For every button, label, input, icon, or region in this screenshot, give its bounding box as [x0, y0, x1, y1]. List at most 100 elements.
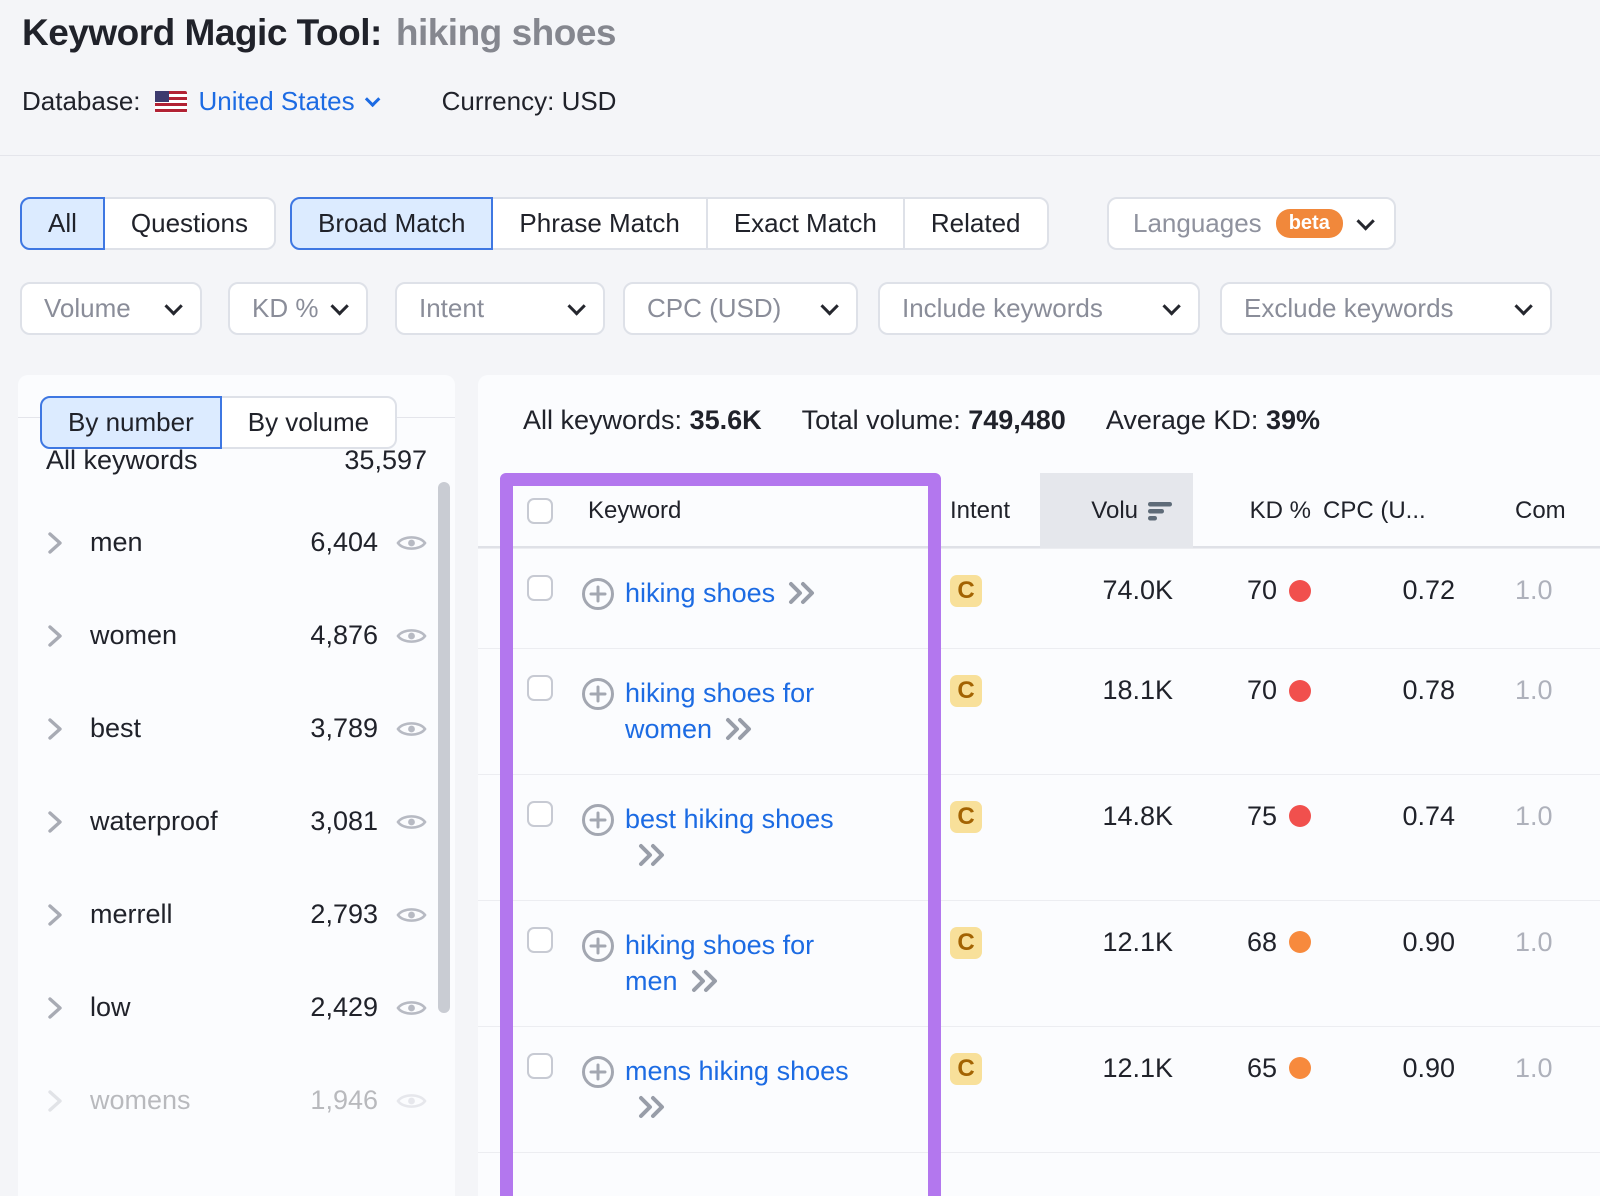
add-keyword-icon[interactable]: [581, 929, 615, 963]
open-keyword-icon[interactable]: [637, 843, 667, 867]
filter-exclude-keywords[interactable]: Exclude keywords: [1220, 282, 1552, 335]
toggle-by-number[interactable]: By number: [40, 396, 222, 449]
kd-cell: 70: [1193, 575, 1323, 606]
row-checkbox[interactable]: [527, 1053, 553, 1079]
keyword-link[interactable]: hiking shoes for women: [625, 675, 869, 748]
column-header-cpc[interactable]: CPC (U...: [1323, 473, 1463, 548]
column-header-kd[interactable]: KD %: [1193, 473, 1323, 548]
keyword-link[interactable]: hiking shoes for men: [625, 927, 869, 1000]
com-value: 1.0: [1463, 1053, 1600, 1084]
group-count: 6,404: [310, 527, 378, 558]
keyword-link[interactable]: best hiking shoes: [625, 801, 869, 874]
filter-cpc-label: CPC (USD): [647, 293, 781, 324]
chevron-right-icon: [46, 530, 64, 556]
keywords-table: Keyword Intent Volu KD % CPC (U... Com h…: [478, 473, 1600, 1172]
eye-icon[interactable]: [396, 625, 427, 647]
chevron-down-icon: [567, 297, 585, 315]
eye-icon[interactable]: [396, 718, 427, 740]
sidebar-scrollbar[interactable]: [438, 482, 450, 1013]
column-header-volume[interactable]: Volu: [1040, 473, 1193, 548]
chevron-right-icon: [46, 716, 64, 742]
sidebar-item-merrell[interactable]: merrell 2,793: [18, 868, 455, 961]
intent-cell: C: [940, 575, 1040, 607]
eye-icon[interactable]: [396, 997, 427, 1019]
tab-phrase-match[interactable]: Phrase Match: [491, 197, 707, 250]
column-header-intent[interactable]: Intent: [940, 473, 1040, 548]
column-header-com[interactable]: Com: [1463, 473, 1600, 548]
open-keyword-icon[interactable]: [724, 717, 754, 741]
kd-cell: 68: [1193, 927, 1323, 958]
group-count: 4,876: [310, 620, 378, 651]
header-meta-row: Database: United States Currency: USD: [22, 86, 616, 117]
sidebar-item-best[interactable]: best 3,789: [18, 682, 455, 775]
table-row: best hiking shoes C 14.8K 75 0.74 1.0: [478, 774, 1600, 900]
open-keyword-icon[interactable]: [637, 1095, 667, 1119]
add-keyword-icon[interactable]: [581, 1055, 615, 1089]
eye-icon[interactable]: [396, 1090, 427, 1112]
filter-intent-label: Intent: [419, 293, 484, 324]
keyword-link[interactable]: hiking shoes: [625, 575, 869, 611]
sidebar-item-women[interactable]: women 4,876: [18, 589, 455, 682]
table-row: hiking shoes for women C 18.1K 70 0.78 1…: [478, 648, 1600, 774]
table-row: hiking shoes for men C 12.1K 68 0.90 1.0: [478, 900, 1600, 1026]
table-header-row: Keyword Intent Volu KD % CPC (U... Com: [478, 473, 1600, 548]
filter-include-label: Include keywords: [902, 293, 1103, 324]
group-count: 1,946: [310, 1085, 378, 1116]
chevron-down-icon: [330, 297, 348, 315]
com-value: 1.0: [1463, 575, 1600, 606]
add-keyword-icon[interactable]: [581, 577, 615, 611]
row-checkbox[interactable]: [527, 575, 553, 601]
summary-average-kd-label: Average KD:: [1106, 405, 1259, 435]
keyword-groups-sidebar: By number By volume All keywords 35,597 …: [18, 375, 455, 1196]
filter-kd[interactable]: KD %: [228, 282, 368, 335]
open-keyword-icon[interactable]: [690, 969, 720, 993]
intent-badge-commercial: C: [950, 575, 982, 607]
row-checkbox[interactable]: [527, 801, 553, 827]
summary-all-keywords-value: 35.6K: [690, 405, 762, 435]
match-type-tabs: All Questions Broad Match Phrase Match E…: [0, 197, 1600, 250]
tab-related[interactable]: Related: [903, 197, 1049, 250]
intent-cell: C: [940, 675, 1040, 707]
filter-cpc[interactable]: CPC (USD): [623, 282, 858, 335]
filter-volume[interactable]: Volume: [20, 282, 202, 335]
sidebar-item-womens[interactable]: womens 1,946: [18, 1054, 455, 1147]
volume-value: 18.1K: [1040, 675, 1193, 706]
database-selector[interactable]: United States: [199, 86, 376, 117]
select-all-checkbox[interactable]: [527, 498, 553, 524]
add-keyword-icon[interactable]: [581, 803, 615, 837]
summary-average-kd: Average KD: 39%: [1106, 405, 1320, 436]
eye-icon[interactable]: [396, 532, 427, 554]
row-checkbox[interactable]: [527, 675, 553, 701]
sidebar-item-low[interactable]: low 2,429: [18, 961, 455, 1054]
eye-icon[interactable]: [396, 904, 427, 926]
page-title-query: hiking shoes: [396, 12, 616, 53]
tab-questions[interactable]: Questions: [103, 197, 276, 250]
group-count: 3,789: [310, 713, 378, 744]
table-row: mens hiking shoes C 12.1K 65 0.90 1.0: [478, 1026, 1600, 1152]
cpc-value: 0.90: [1323, 927, 1463, 958]
keyword-link[interactable]: mens hiking shoes: [625, 1053, 869, 1126]
keywords-results-panel: All keywords: 35.6K Total volume: 749,48…: [478, 375, 1600, 1196]
chevron-right-icon: [46, 809, 64, 835]
chevron-down-icon: [364, 92, 380, 108]
tab-all[interactable]: All: [20, 197, 105, 250]
chevron-down-icon: [164, 297, 182, 315]
intent-badge-commercial: C: [950, 1053, 982, 1085]
row-checkbox[interactable]: [527, 927, 553, 953]
header-divider: [0, 155, 1600, 156]
tab-broad-match[interactable]: Broad Match: [290, 197, 493, 250]
group-label: women: [90, 620, 177, 651]
open-keyword-icon[interactable]: [787, 581, 817, 605]
chevron-down-icon: [820, 297, 838, 315]
sidebar-item-men[interactable]: men 6,404: [18, 496, 455, 589]
tab-exact-match[interactable]: Exact Match: [706, 197, 905, 250]
kd-difficulty-dot: [1289, 580, 1311, 602]
cpc-value: 0.90: [1323, 1053, 1463, 1084]
sidebar-item-waterproof[interactable]: waterproof 3,081: [18, 775, 455, 868]
add-keyword-icon[interactable]: [581, 677, 615, 711]
filter-include-keywords[interactable]: Include keywords: [878, 282, 1200, 335]
chevron-right-icon: [46, 623, 64, 649]
filter-intent[interactable]: Intent: [395, 282, 605, 335]
eye-icon[interactable]: [396, 811, 427, 833]
languages-dropdown[interactable]: Languages beta: [1107, 197, 1396, 250]
